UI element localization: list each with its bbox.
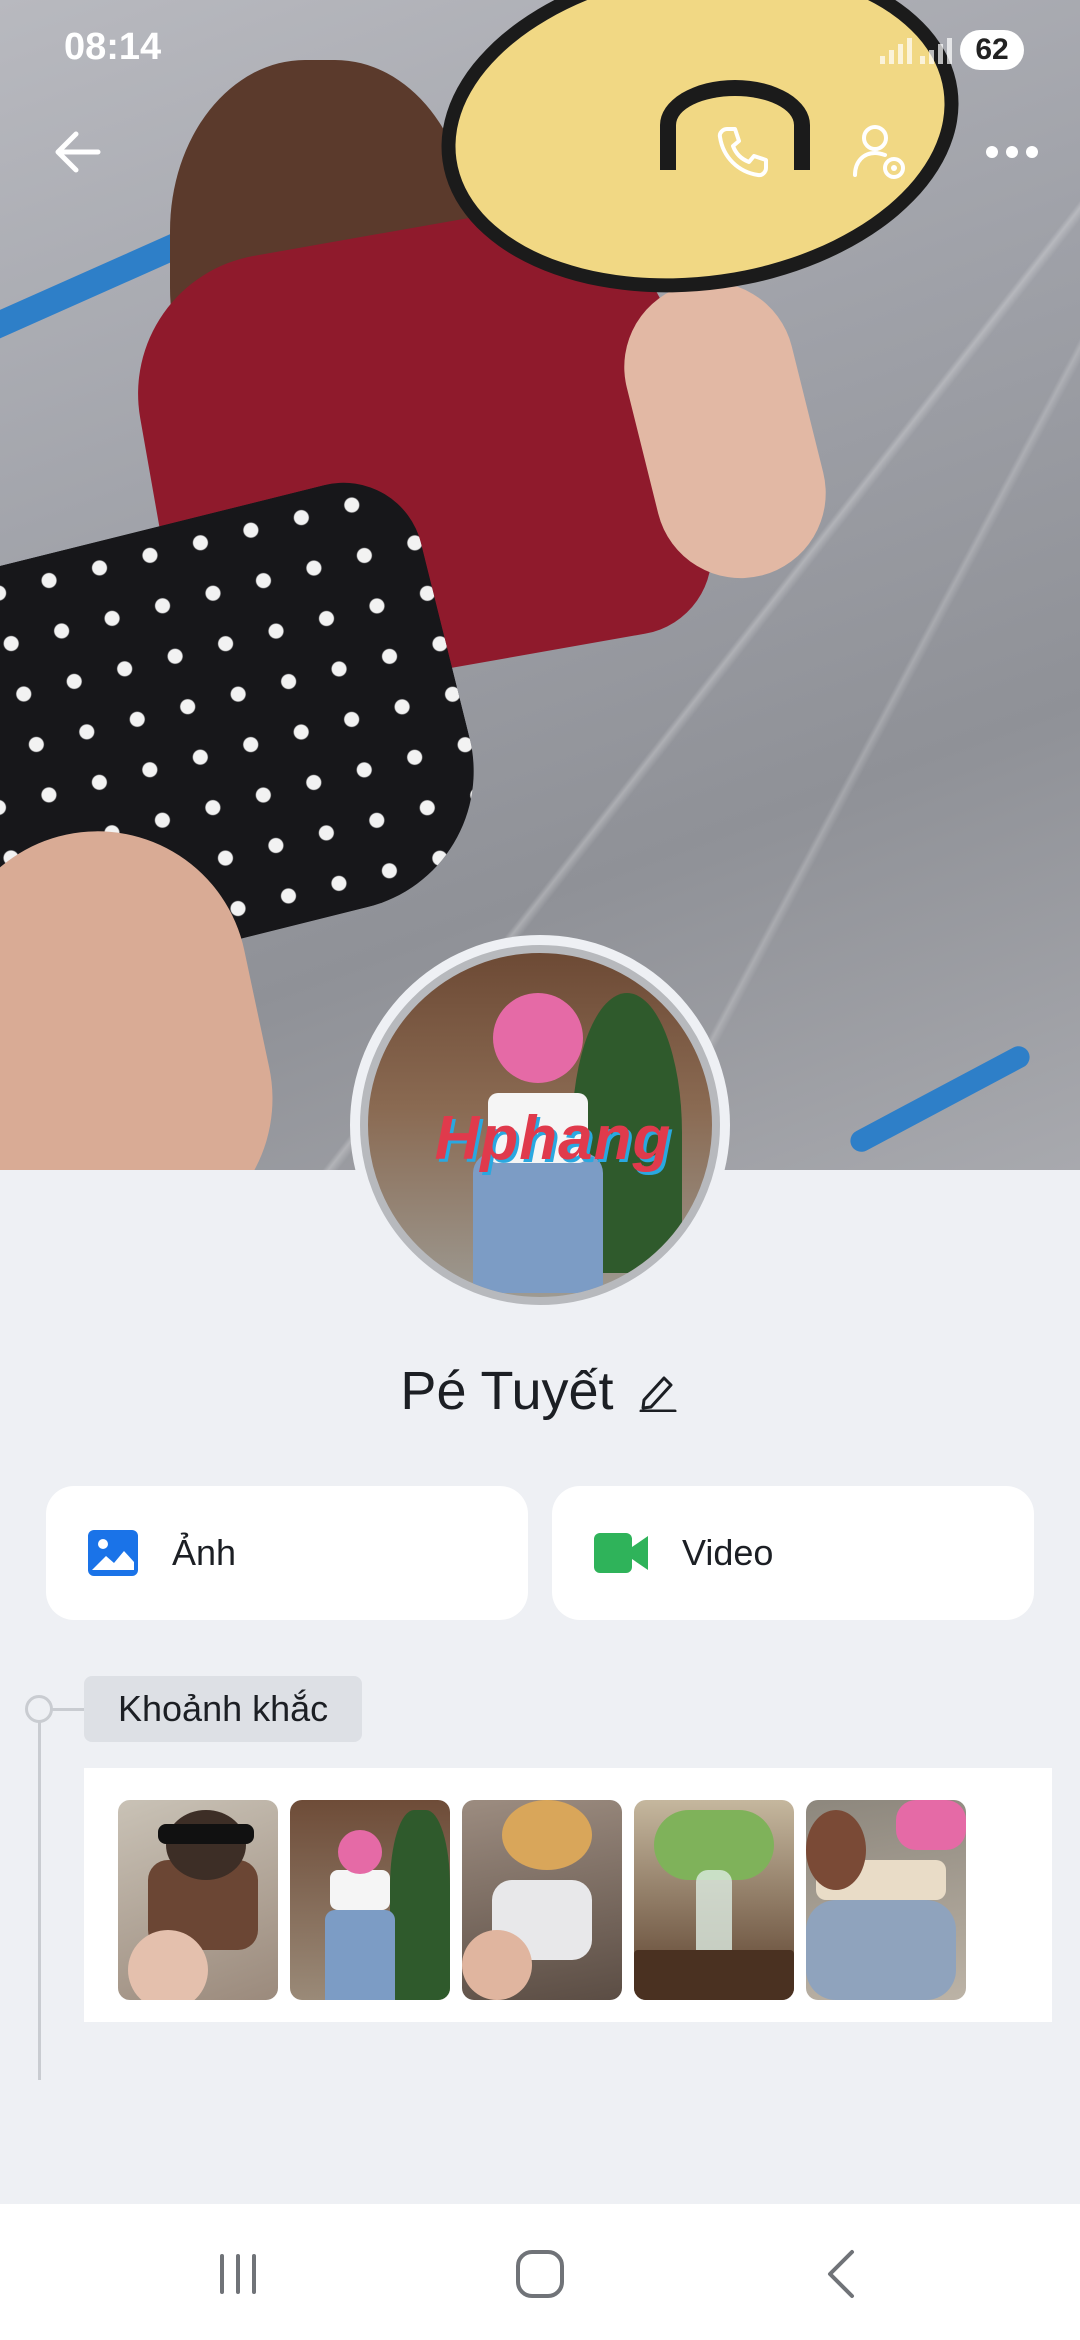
status-time: 08:14 [64, 26, 162, 68]
signal-icon [920, 36, 952, 64]
profile-settings-button[interactable] [840, 112, 920, 192]
avatar-photo: Hphang [360, 945, 720, 1305]
back-arrow-icon [55, 131, 101, 173]
video-icon [594, 1533, 648, 1573]
videos-button[interactable]: Video [552, 1486, 1034, 1620]
signal-icon [880, 36, 912, 64]
avatar-watermark: Hphang [434, 1104, 672, 1173]
moments-panel [84, 1768, 1052, 2022]
moment-photo-4[interactable] [634, 1800, 794, 2000]
profile-name-row: Pé Tuyết [0, 1360, 1080, 1422]
more-icon [986, 146, 1038, 158]
profile-name: Pé Tuyết [400, 1361, 614, 1421]
battery-indicator: 62 [960, 30, 1024, 70]
recent-apps-icon [220, 2254, 256, 2294]
moment-photo-5[interactable] [806, 1800, 966, 2000]
home-icon [516, 2250, 564, 2298]
more-button[interactable] [972, 112, 1052, 192]
back-chevron-icon [828, 2250, 854, 2298]
phone-icon [717, 127, 768, 178]
edit-name-button[interactable] [636, 1369, 680, 1413]
timeline-line [38, 1720, 41, 2080]
home-button[interactable] [480, 2234, 600, 2314]
status-bar: 08:14 62 [0, 0, 1080, 100]
videos-label: Video [682, 1532, 774, 1573]
moments-title: Khoảnh khắc [84, 1676, 363, 1742]
avatar[interactable]: Hphang [350, 935, 730, 1315]
call-button[interactable] [702, 112, 782, 192]
profile-screen: 08:14 62 Hphang Pé Tuyết Ảnh Video Khoản… [0, 0, 1080, 2340]
recent-apps-button[interactable] [178, 2234, 298, 2314]
timeline-connector [51, 1708, 85, 1711]
timeline-dot [25, 1695, 53, 1723]
photos-button[interactable]: Ảnh [46, 1486, 528, 1620]
profile-settings-icon [853, 125, 905, 179]
photos-label: Ảnh [172, 1532, 237, 1573]
moment-photo-1[interactable] [118, 1800, 278, 2000]
system-back-button[interactable] [782, 2234, 902, 2314]
image-icon [88, 1530, 138, 1576]
moment-photo-2[interactable] [290, 1800, 450, 2000]
system-nav-bar [0, 2204, 1080, 2340]
edit-pencil-icon [639, 1376, 677, 1412]
moment-photo-3[interactable] [462, 1800, 622, 2000]
back-button[interactable] [38, 112, 118, 192]
